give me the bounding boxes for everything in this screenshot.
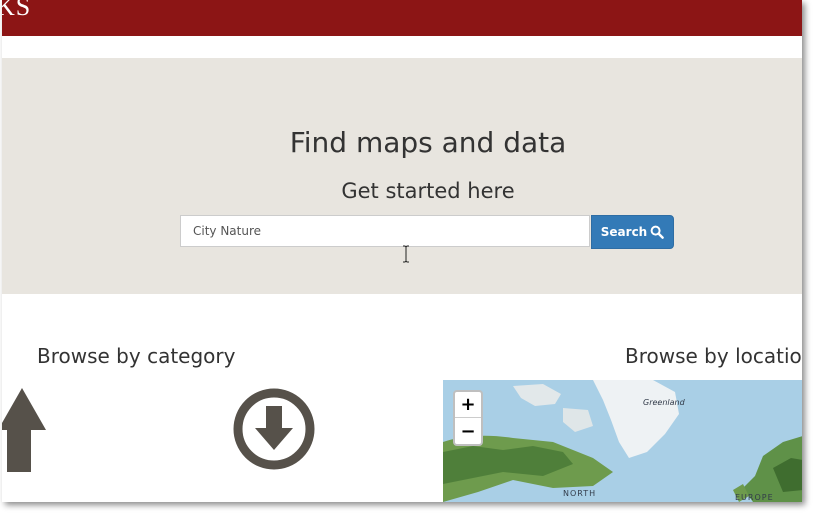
map-label-north: NORTH	[563, 489, 597, 498]
search-icon	[650, 225, 665, 239]
map-zoom-control: + −	[453, 390, 483, 446]
zoom-in-button[interactable]: +	[455, 392, 481, 418]
map-label-europe: EUROPE	[735, 493, 774, 502]
zoom-out-button[interactable]: −	[455, 418, 481, 444]
location-map[interactable]: Greenland NORTH EUROPE + −	[443, 380, 802, 502]
hero-subtitle: Get started here	[341, 179, 515, 203]
site-brand[interactable]: KS	[2, 0, 31, 22]
search-input[interactable]	[180, 215, 590, 247]
up-arrow-icon[interactable]	[2, 388, 46, 474]
search-button-label: Search	[600, 225, 648, 239]
map-tiles	[443, 380, 802, 502]
hero-title: Find maps and data	[289, 126, 567, 159]
text-cursor-icon	[403, 245, 409, 263]
browse-by-location-heading: Browse by locatio	[625, 344, 802, 368]
download-circle-icon[interactable]	[233, 388, 315, 470]
site-header: KS	[2, 0, 802, 36]
browser-viewport: KS Find maps and data Get started here S…	[2, 0, 802, 502]
browse-by-category-heading: Browse by category	[37, 344, 236, 368]
map-label-greenland: Greenland	[643, 398, 685, 407]
search-button[interactable]: Search	[591, 215, 674, 249]
